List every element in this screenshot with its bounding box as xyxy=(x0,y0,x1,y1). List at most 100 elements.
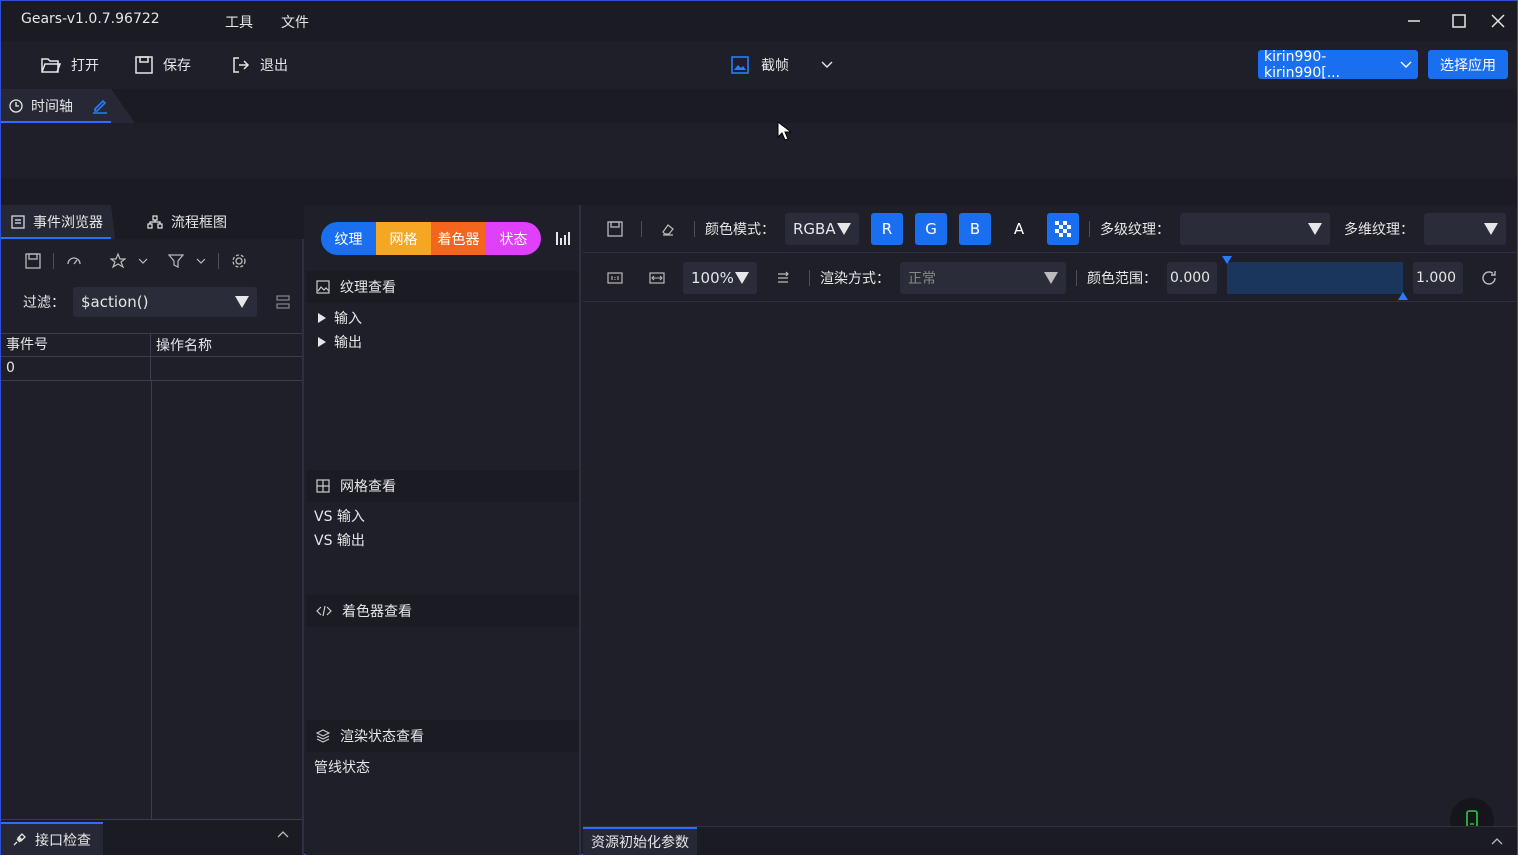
menu-file[interactable]: 文件 xyxy=(281,12,309,32)
checkerboard-icon[interactable] xyxy=(1047,213,1079,245)
list-item-vs-output[interactable]: VS 输出 xyxy=(314,530,365,550)
mesh-view-header[interactable]: 网格查看 xyxy=(306,470,579,502)
tree-item-label: 输入 xyxy=(334,311,362,327)
active-tab-underline xyxy=(1,822,103,824)
exit-button[interactable]: 退出 xyxy=(232,41,288,89)
toolbar-separator xyxy=(641,221,642,237)
tree-item-label: 输出 xyxy=(334,335,362,351)
capture-button[interactable]: 截帧 xyxy=(731,41,833,89)
column-op-name[interactable]: 操作名称 xyxy=(151,335,212,355)
texture-canvas[interactable] xyxy=(583,302,1517,826)
zoom-select[interactable]: 100% xyxy=(683,262,757,294)
tab-resource-init-params[interactable]: 资源初始化参数 xyxy=(583,827,697,855)
caret-right-icon xyxy=(318,337,326,347)
chevron-up-icon[interactable] xyxy=(277,830,289,838)
color-mode-label: 颜色模式： xyxy=(705,222,775,238)
pill-state-label: 状态 xyxy=(499,231,528,248)
exit-label: 退出 xyxy=(260,58,288,74)
chevron-up-icon[interactable] xyxy=(1491,837,1503,845)
filter-row: 过滤： $action() xyxy=(23,287,291,317)
zoom-value: 100% xyxy=(691,269,734,287)
device-select[interactable]: kirin990-kirin990[... xyxy=(1258,48,1418,81)
color-mode-select[interactable]: RGBA xyxy=(785,213,859,245)
timeline-tabbar: 时间轴 xyxy=(1,89,1517,123)
maximize-icon[interactable] xyxy=(1451,13,1467,29)
texture-view-header[interactable]: 纹理查看 xyxy=(306,271,579,303)
clock-icon xyxy=(9,99,23,113)
select-app-button[interactable]: 选择应用 xyxy=(1428,50,1508,79)
range-min-input[interactable]: 0.000 xyxy=(1167,262,1217,294)
range-slider[interactable] xyxy=(1222,256,1408,300)
tree-item-output[interactable]: 输出 xyxy=(306,330,362,354)
list-item-vs-input[interactable]: VS 输入 xyxy=(314,506,365,526)
pill-mesh-label: 网格 xyxy=(389,231,418,248)
render-state-header[interactable]: 渲染状态查看 xyxy=(306,720,579,752)
render-mode-select[interactable]: 正常 xyxy=(900,262,1066,294)
interface-check-label: 接口检查 xyxy=(35,832,91,849)
layers-icon xyxy=(316,729,330,743)
save-button[interactable]: 保存 xyxy=(135,41,191,89)
tab-event-browser[interactable]: 事件浏览器 xyxy=(1,205,115,239)
range-max-input[interactable]: 1.000 xyxy=(1413,262,1463,294)
dropdown-triangle-icon xyxy=(1484,223,1498,235)
event-toolbar xyxy=(17,245,255,277)
flip-icon[interactable] xyxy=(767,262,799,294)
list-item-pipeline-state[interactable]: 管线状态 xyxy=(314,757,370,777)
channel-a-button[interactable]: A xyxy=(1003,213,1035,245)
timeline-area[interactable] xyxy=(1,123,1517,179)
filter-input[interactable]: $action() xyxy=(73,287,257,317)
range-max-handle[interactable] xyxy=(1398,292,1408,300)
pill-texture[interactable]: 纹理 xyxy=(321,222,376,255)
logout-icon xyxy=(232,56,250,74)
mip-select[interactable] xyxy=(1180,213,1330,245)
open-button[interactable]: 打开 xyxy=(41,41,99,89)
save-icon[interactable] xyxy=(17,245,49,277)
channel-g-button[interactable]: G xyxy=(915,213,947,245)
range-min-handle[interactable] xyxy=(1222,256,1232,264)
pill-texture-label: 纹理 xyxy=(334,231,363,248)
bar-chart-icon[interactable] xyxy=(555,230,571,246)
mesh-view-title: 网格查看 xyxy=(340,479,396,495)
filter-options-icon[interactable] xyxy=(275,294,291,310)
device-label: kirin990-kirin990[... xyxy=(1264,48,1341,81)
tree-item-input[interactable]: 输入 xyxy=(306,306,362,330)
open-label: 打开 xyxy=(71,58,99,74)
gear-icon[interactable] xyxy=(223,245,255,277)
event-id-cell: 0 xyxy=(1,357,151,380)
chevron-down-icon[interactable] xyxy=(196,258,206,264)
dropdown-triangle-icon xyxy=(837,223,851,235)
edit-icon[interactable] xyxy=(91,97,109,115)
pill-mesh[interactable]: 网格 xyxy=(376,222,431,255)
actual-size-icon[interactable] xyxy=(599,262,631,294)
chevron-down-icon[interactable] xyxy=(138,258,148,264)
tab-flowchart[interactable]: 流程框图 xyxy=(137,205,237,239)
app-window: Gears-v1.0.7.96722 工具 文件 打开 保存 退出 截帧 kir… xyxy=(0,0,1518,855)
column-event-id[interactable]: 事件号 xyxy=(1,333,151,357)
refresh-icon[interactable] xyxy=(1473,262,1505,294)
timeline-scroll[interactable] xyxy=(1,179,1517,205)
chevron-down-icon[interactable] xyxy=(821,61,833,69)
fit-width-icon[interactable] xyxy=(641,262,673,294)
menu-tools[interactable]: 工具 xyxy=(225,12,253,32)
layer-select[interactable] xyxy=(1424,213,1506,245)
channel-r-button[interactable]: R xyxy=(871,213,903,245)
shader-view-header[interactable]: 着色器查看 xyxy=(306,595,579,627)
filter-icon[interactable] xyxy=(160,245,192,277)
gauge-icon[interactable] xyxy=(58,245,90,277)
table-row[interactable]: 0 xyxy=(1,357,302,381)
tab-timeline[interactable]: 时间轴 xyxy=(1,89,135,123)
dropdown-triangle-icon xyxy=(235,296,249,308)
pill-shader-label: 着色器 xyxy=(437,231,480,248)
pill-shader[interactable]: 着色器 xyxy=(431,222,486,255)
channel-b-button[interactable]: B xyxy=(959,213,991,245)
star-icon[interactable] xyxy=(102,245,134,277)
pill-state[interactable]: 状态 xyxy=(486,222,541,255)
save-icon[interactable] xyxy=(599,213,631,245)
filter-value: $action() xyxy=(81,293,149,311)
main-toolbar: 打开 保存 退出 截帧 kirin990-kirin990[... 选择应用 xyxy=(1,41,1517,89)
tab-interface-check[interactable]: 接口检查 xyxy=(1,822,103,855)
toolbar-separator xyxy=(1089,221,1090,237)
close-icon[interactable] xyxy=(1490,13,1506,29)
eraser-icon[interactable] xyxy=(652,213,684,245)
minimize-icon[interactable] xyxy=(1406,13,1422,29)
